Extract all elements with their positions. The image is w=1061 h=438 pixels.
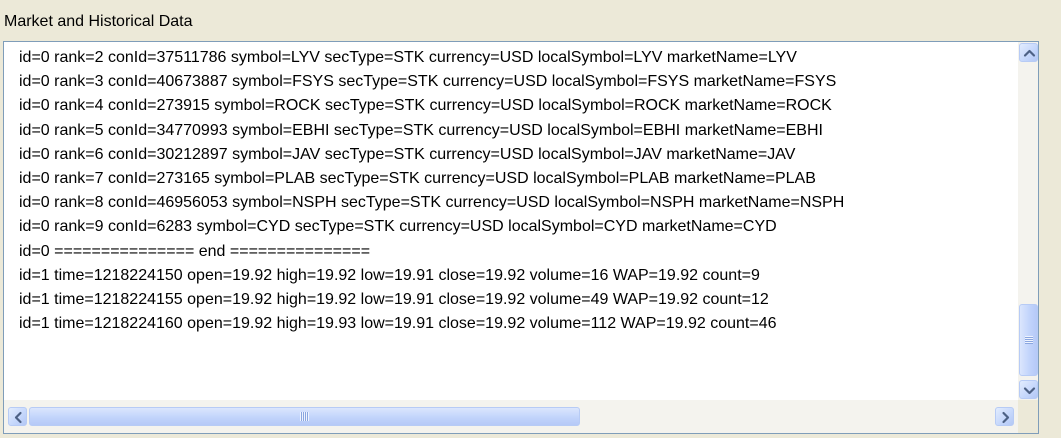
arrow-right-icon bbox=[1002, 411, 1010, 424]
panel-title: Market and Historical Data bbox=[4, 13, 193, 30]
log-line[interactable]: id=0 =============== end =============== bbox=[19, 240, 1005, 264]
log-line[interactable]: id=0 rank=6 conId=30212897 symbol=JAV se… bbox=[19, 143, 1005, 167]
scroll-left-button[interactable] bbox=[8, 407, 27, 426]
market-data-listbox[interactable]: id=0 rank=2 conId=37511786 symbol=LYV se… bbox=[3, 41, 1039, 434]
log-line[interactable]: id=0 rank=7 conId=273165 symbol=PLAB sec… bbox=[19, 167, 1005, 191]
arrow-up-icon bbox=[1023, 49, 1036, 57]
log-line[interactable]: id=0 rank=4 conId=273915 symbol=ROCK sec… bbox=[19, 94, 1005, 118]
arrow-down-icon bbox=[1023, 387, 1036, 395]
scroll-right-button[interactable] bbox=[995, 407, 1014, 426]
scroll-up-button[interactable] bbox=[1019, 43, 1038, 62]
log-line[interactable]: id=0 rank=3 conId=40673887 symbol=FSYS s… bbox=[19, 70, 1005, 94]
arrow-left-icon bbox=[14, 411, 22, 424]
horizontal-scroll-thumb[interactable] bbox=[29, 407, 580, 426]
log-line[interactable]: id=1 time=1218224150 open=19.92 high=19.… bbox=[19, 264, 1005, 288]
log-line[interactable]: id=0 rank=5 conId=34770993 symbol=EBHI s… bbox=[19, 119, 1005, 143]
scroll-down-button[interactable] bbox=[1019, 380, 1038, 399]
horizontal-scrollbar[interactable] bbox=[4, 400, 1018, 433]
thumb-grip bbox=[300, 412, 309, 421]
log-line[interactable]: id=0 rank=2 conId=37511786 symbol=LYV se… bbox=[19, 46, 1005, 70]
log-line[interactable]: id=0 rank=8 conId=46956053 symbol=NSPH s… bbox=[19, 191, 1005, 215]
vertical-scrollbar[interactable] bbox=[1018, 42, 1038, 400]
thumb-grip bbox=[1025, 336, 1033, 344]
log-lines: id=0 rank=2 conId=37511786 symbol=LYV se… bbox=[19, 46, 1005, 398]
vertical-scroll-thumb[interactable] bbox=[1019, 304, 1038, 376]
scrollbar-corner bbox=[1018, 400, 1038, 433]
log-line[interactable]: id=1 time=1218224155 open=19.92 high=19.… bbox=[19, 288, 1005, 312]
log-line[interactable]: id=1 time=1218224160 open=19.92 high=19.… bbox=[19, 312, 1005, 336]
log-line[interactable]: id=0 rank=9 conId=6283 symbol=CYD secTyp… bbox=[19, 215, 1005, 239]
